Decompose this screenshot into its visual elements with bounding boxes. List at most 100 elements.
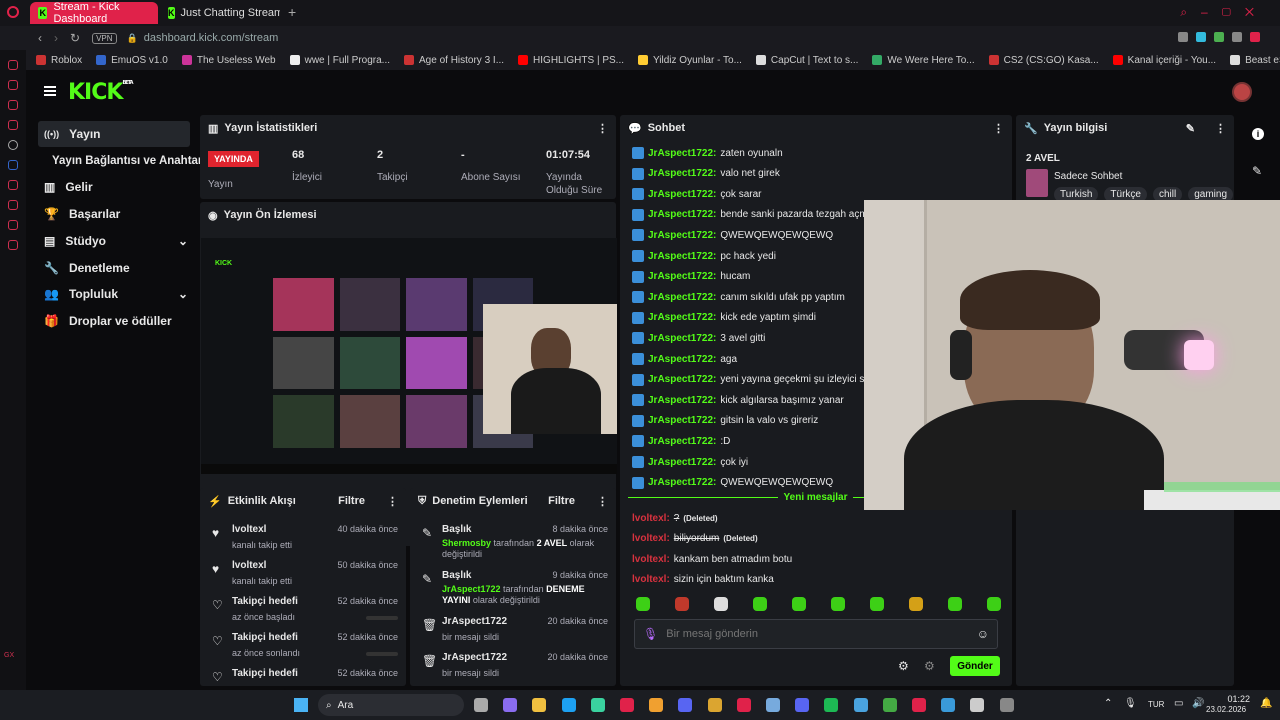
sidebar-app-icon[interactable] bbox=[8, 240, 18, 250]
more-options-icon[interactable]: ⋮ bbox=[993, 122, 1004, 135]
volume-icon[interactable]: 🔊 bbox=[1192, 698, 1204, 709]
sidebar-app-icon[interactable] bbox=[8, 60, 18, 70]
sidebar-app-icon[interactable] bbox=[8, 180, 18, 190]
tray-expand-icon[interactable]: ⌃ bbox=[1104, 698, 1112, 709]
info-icon[interactable]: i bbox=[1252, 128, 1264, 140]
bookmark-item[interactable]: EmuOS v1.0 bbox=[96, 55, 168, 66]
bookmark-item[interactable]: Beast eSpor | Oyu... bbox=[1230, 55, 1280, 66]
browser-logo-icon[interactable] bbox=[7, 6, 19, 18]
emote-icon[interactable] bbox=[636, 597, 650, 611]
window-controls[interactable]: ⌕–▢✕ bbox=[1180, 5, 1268, 20]
chat-username[interactable]: JrAspect1722: bbox=[648, 333, 716, 344]
chat-username[interactable]: lvoltexl: bbox=[632, 513, 670, 524]
more-options-icon[interactable]: ⋮ bbox=[387, 495, 398, 508]
emote-icon[interactable] bbox=[870, 597, 884, 611]
chat-username[interactable]: lvoltexl: bbox=[632, 574, 670, 585]
bookmark-item[interactable]: The Useless Web bbox=[181, 55, 276, 66]
chat-username[interactable]: JrAspect1722: bbox=[648, 312, 716, 323]
chat-username[interactable]: JrAspect1722: bbox=[648, 148, 716, 159]
address-text[interactable]: dashboard.kick.com/stream bbox=[144, 32, 279, 44]
bookmark-item[interactable]: HIGHLIGHTS | PS... bbox=[518, 55, 624, 66]
chat-username[interactable]: JrAspect1722: bbox=[648, 436, 716, 447]
nav-gelir[interactable]: ▥ Gelir bbox=[38, 174, 190, 200]
network-icon[interactable]: ▭ bbox=[1174, 698, 1183, 709]
taskbar-app-icon[interactable] bbox=[649, 698, 664, 712]
hamburger-menu-icon[interactable] bbox=[44, 86, 56, 96]
taskbar-app-icon[interactable] bbox=[620, 698, 634, 712]
taskbar-app-icon[interactable] bbox=[766, 698, 780, 712]
chat-username[interactable]: JrAspect1722: bbox=[648, 374, 716, 385]
filter-button[interactable]: Filtre bbox=[548, 495, 575, 507]
bookmark-item[interactable]: We Were Here To... bbox=[872, 55, 975, 66]
edit-icon[interactable]: ✎ bbox=[1186, 122, 1195, 135]
emoji-icon[interactable]: ☺ bbox=[977, 627, 989, 641]
sidebar-app-icon[interactable] bbox=[8, 160, 18, 170]
taskbar-app-icon[interactable] bbox=[970, 698, 985, 712]
taskbar-search[interactable]: ⌕ Ara bbox=[318, 694, 464, 716]
microphone-icon[interactable]: 🎙 bbox=[643, 627, 658, 641]
send-button[interactable]: Gönder bbox=[950, 656, 1000, 676]
emote-icon[interactable] bbox=[753, 597, 767, 611]
chat-username[interactable]: JrAspect1722: bbox=[648, 271, 716, 282]
chat-username[interactable]: JrAspect1722: bbox=[648, 209, 716, 220]
nav-studyo[interactable]: ▤ Stüdyo ⌄ bbox=[38, 228, 188, 254]
bookmark-item[interactable]: Age of History 3 I... bbox=[404, 55, 504, 66]
emote-icon[interactable] bbox=[714, 597, 728, 611]
chat-username[interactable]: lvoltexl: bbox=[632, 554, 670, 565]
filter-button[interactable]: Filtre bbox=[338, 495, 365, 507]
chat-username[interactable]: JrAspect1722: bbox=[648, 189, 716, 200]
emote-icon[interactable] bbox=[831, 597, 845, 611]
settings-gear-icon[interactable]: ⚙ bbox=[898, 659, 909, 673]
back-icon[interactable]: ‹ bbox=[38, 31, 42, 45]
forward-icon[interactable]: › bbox=[54, 31, 58, 45]
chat-input-box[interactable]: 🎙 ☺ bbox=[634, 619, 998, 649]
chat-username[interactable]: JrAspect1722: bbox=[648, 230, 716, 241]
sidebar-app-icon[interactable] bbox=[8, 200, 18, 210]
nav-yayin[interactable]: ((•)) Yayın bbox=[38, 121, 190, 147]
tab-stream-dashboard[interactable]: K Stream - Kick Dashboard bbox=[30, 1, 158, 25]
taskbar-app-icon[interactable] bbox=[853, 698, 868, 712]
taskbar-app-icon[interactable] bbox=[707, 698, 722, 712]
taskbar-app-icon[interactable] bbox=[824, 698, 839, 712]
pencil-icon[interactable]: ✎ bbox=[1252, 164, 1262, 178]
extension-icons[interactable] bbox=[1178, 32, 1260, 42]
windows-start-icon[interactable] bbox=[294, 698, 308, 712]
emote-icon[interactable] bbox=[792, 597, 806, 611]
more-options-icon[interactable]: ⋮ bbox=[1215, 122, 1226, 135]
chat-input[interactable] bbox=[666, 628, 967, 640]
microphone-tray-icon[interactable]: 🎙 bbox=[1124, 698, 1137, 709]
chat-username[interactable]: JrAspect1722: bbox=[648, 292, 716, 303]
quick-settings-icon[interactable]: ⚙ bbox=[924, 659, 935, 673]
more-options-icon[interactable]: ⋮ bbox=[597, 122, 608, 135]
taskbar-app-icon[interactable] bbox=[941, 698, 956, 712]
taskbar-app-icon[interactable] bbox=[795, 698, 810, 712]
chat-username[interactable]: JrAspect1722: bbox=[648, 354, 716, 365]
bookmark-item[interactable]: CapCut | Text to s... bbox=[755, 55, 858, 66]
kick-logo[interactable]: KICKBETA bbox=[68, 80, 134, 105]
bookmark-item[interactable]: Kanal içeriği - You... bbox=[1112, 55, 1216, 66]
taskbar-app-icon[interactable] bbox=[999, 698, 1014, 712]
sidebar-app-icon[interactable] bbox=[8, 100, 18, 110]
bookmark-item[interactable]: CS2 (CS:GO) Kasa... bbox=[988, 55, 1099, 66]
taskbar-app-icon[interactable] bbox=[590, 698, 605, 712]
more-options-icon[interactable]: ⋮ bbox=[597, 495, 608, 508]
nav-denetleme[interactable]: 🔧 Denetleme bbox=[38, 255, 190, 281]
emote-icon[interactable] bbox=[987, 597, 1001, 611]
taskbar-app-icon[interactable] bbox=[474, 698, 488, 712]
chat-username[interactable]: lvoltexl: bbox=[632, 533, 670, 544]
clock-date[interactable]: 23.02.2026 bbox=[1206, 705, 1252, 714]
chat-username[interactable]: JrAspect1722: bbox=[648, 251, 716, 262]
sidebar-app-icon[interactable] bbox=[8, 120, 18, 130]
chat-username[interactable]: JrAspect1722: bbox=[648, 477, 716, 488]
taskbar-app-icon[interactable] bbox=[561, 698, 576, 712]
bookmark-item[interactable]: Yildiz Oyunlar - To... bbox=[638, 55, 742, 66]
sidebar-app-icon[interactable] bbox=[8, 140, 18, 150]
bookmark-item[interactable]: wwe | Full Progra... bbox=[289, 55, 390, 66]
language-indicator[interactable]: TUR bbox=[1148, 700, 1164, 709]
tab-just-chatting[interactable]: K Just Chatting Streaming - bbox=[160, 2, 280, 24]
new-tab-button[interactable]: + bbox=[288, 4, 296, 20]
user-avatar[interactable] bbox=[1232, 82, 1252, 102]
emote-icon[interactable] bbox=[948, 597, 962, 611]
taskbar-app-icon[interactable] bbox=[736, 698, 751, 712]
emote-icon[interactable] bbox=[675, 597, 689, 611]
